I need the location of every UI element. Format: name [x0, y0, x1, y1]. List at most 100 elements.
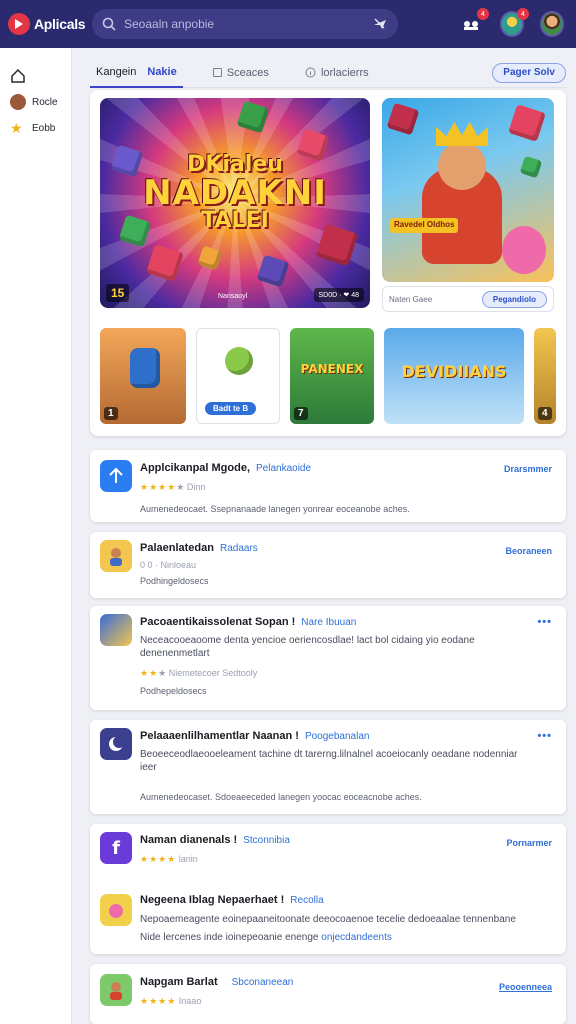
more-options-icon[interactable]: •••: [537, 616, 552, 628]
hero-caption: Nansaoyl: [218, 293, 248, 300]
app-tag: Sbconaneean: [231, 977, 294, 988]
top-bar: Aplicals 4 4: [0, 0, 576, 48]
crown-icon: [436, 122, 488, 146]
thumb-game-3[interactable]: PANENEX 7: [290, 328, 374, 424]
pet-character: [502, 226, 546, 274]
sub-app-link[interactable]: onjecdandeents: [321, 932, 392, 943]
app-title: Applcikanpal Mgode, Pelankaoide: [140, 462, 312, 474]
side-caption: Naten Gaee: [389, 294, 433, 304]
app-title: Palaenlatedan Radaars: [140, 542, 258, 554]
tab-sublabel: Nakie: [147, 65, 177, 78]
rating-stars: ★★★★ Inaao: [140, 996, 202, 1006]
sidebar-item-rocle[interactable]: Rocle: [0, 90, 71, 114]
hero-banner[interactable]: DKialeu NADAKNI TALEI 15 Nansaoyl SD0D ·…: [100, 98, 370, 308]
brand-play-icon: [8, 13, 30, 35]
facebook-icon: f: [100, 832, 132, 864]
featured-panel: DKialeu NADAKNI TALEI 15 Nansaoyl SD0D ·…: [90, 90, 566, 436]
sidebar-item-eobb[interactable]: ★ Eobb: [0, 116, 71, 140]
tab-lorlacierrs[interactable]: lorlacierrs: [299, 58, 375, 88]
star-icon: ★: [10, 120, 23, 136]
main-content: Kangein Nakie Sceaces lorlacierrs Pager …: [72, 48, 576, 1024]
app-description: Aumenedeocaet. Ssepnanaade lanegen yonre…: [140, 504, 410, 514]
hero-meta: SD0D · ❤ 48: [313, 288, 364, 302]
moon-icon: [100, 728, 132, 760]
sidebar-item-label: Rocle: [32, 96, 58, 108]
thumb-game-5[interactable]: 4: [534, 328, 556, 424]
search-input[interactable]: [124, 17, 364, 31]
app-card[interactable]: f Naman dianenals ! Stconnibia ★★★★ lanin…: [90, 824, 566, 954]
app-tag: Pelankaoide: [256, 463, 312, 474]
game-avatar-icon[interactable]: 4: [500, 8, 529, 37]
pager-solv-button[interactable]: Pager Solv: [492, 62, 566, 83]
art-sign: Ravedel Oldhos: [390, 218, 459, 233]
rating-stars: ★★★★★ Dinn: [140, 482, 206, 492]
app-title: Naman dianenals ! Stconnibia: [140, 834, 290, 846]
app-action-link[interactable]: Peooenneea: [499, 982, 552, 992]
app-action-link[interactable]: Drarsmmer: [504, 464, 552, 474]
tab-kangein[interactable]: Kangein Nakie: [90, 58, 183, 88]
side-feature-bar: Naten Gaee Pegandiolo: [382, 286, 554, 312]
tab-bar: Kangein Nakie Sceaces lorlacierrs Pager …: [90, 58, 566, 88]
hero-figure: [130, 348, 160, 388]
app-title: Pacoaentikaissolenat Sopan ! Nare Ibuuan: [140, 616, 357, 628]
thumb-game-2[interactable]: Badt te B: [196, 328, 280, 424]
sub-app-description: Nepoaemeagente eoinepaaneitoonate deeoco…: [140, 914, 516, 925]
tab-label: lorlacierrs: [320, 66, 369, 79]
app-card[interactable]: Napgam Barlat Sbconaneean ★★★★ Inaao Peoo…: [90, 964, 566, 1024]
search-box[interactable]: [92, 9, 398, 39]
rating-stars: ★★★ Niemetecoer Sedtooly: [140, 668, 258, 678]
block-decoration: [519, 155, 543, 179]
tab-label: Sceaces: [226, 66, 269, 79]
app-action-link[interactable]: Pornarmer: [506, 838, 552, 848]
pegandiolo-button[interactable]: Pegandiolo: [481, 290, 547, 308]
app-card[interactable]: Pelaaaenlilhamentlar Naanan ! Poogebanala…: [90, 720, 566, 814]
app-description: Aumenedeocaset. Sdoeaeeceded lanegen yoo…: [140, 792, 422, 802]
thumb-game-1[interactable]: 1: [100, 328, 186, 424]
more-options-icon[interactable]: •••: [537, 730, 552, 742]
app-description: Podhingeldosecs: [140, 576, 209, 586]
block-decoration: [508, 104, 546, 142]
app-action-link[interactable]: Beoraneen: [505, 546, 552, 556]
sidebar-item-label: Eobb: [32, 122, 56, 134]
side-featured-art[interactable]: Ravedel Oldhos: [382, 98, 554, 282]
app-tag: Poogebanalan: [304, 731, 370, 742]
info-icon: [305, 67, 316, 78]
sidebar-item-home[interactable]: [0, 64, 71, 88]
character-icon: [100, 540, 132, 572]
checkbox-icon: [212, 68, 222, 77]
brand-logo[interactable]: Aplicals: [8, 13, 92, 35]
app-title: Napgam Barlat Sbconaneean: [140, 976, 294, 988]
app-card[interactable]: Pacoaentikaissolenat Sopan ! Nare Ibuuan …: [90, 606, 566, 710]
thumb-game-4[interactable]: DEVIDIIANS: [384, 328, 524, 424]
creature-icon: [225, 347, 253, 375]
pet-icon: [100, 894, 132, 926]
app-card[interactable]: Palaenlatedan Radaars 0 0 · Ninloeau Podh…: [90, 532, 566, 598]
pets-notify-icon[interactable]: 4: [460, 8, 489, 36]
notify-badge: 4: [477, 8, 489, 20]
share-plane-icon: [100, 460, 132, 492]
user-avatar[interactable]: [540, 11, 564, 37]
hero-icon: [100, 974, 132, 1006]
rating-text: 0 0 · Ninloeau: [140, 560, 197, 570]
tab-sceaces[interactable]: Sceaces: [207, 58, 275, 88]
app-card[interactable]: Applcikanpal Mgode, Pelankaoide ★★★★★ Din…: [90, 450, 566, 522]
brand-name: Aplicals: [34, 16, 86, 32]
sub-app-description-2: Nide lercenes inde ioinepeoanie enenge o…: [140, 932, 392, 943]
sidebar: Rocle ★ Eobb: [0, 48, 72, 1024]
game-collage-icon: [100, 614, 132, 646]
app-tag: Nare Ibuuan: [301, 617, 357, 628]
app-description: Podhepeldosecs: [140, 686, 207, 696]
plane-icon[interactable]: [372, 16, 388, 32]
tab-label: Kangein: [96, 65, 137, 78]
app-tag: Stconnibia: [243, 835, 290, 846]
thumbnail-strip: 1 Badt te B PANENEX 7 DEVIDIIANS 4: [100, 328, 556, 424]
app-tag: Radaars: [219, 543, 258, 554]
app-long-description: Neceacooeaoome denta yencioe oeriencosdl…: [140, 635, 475, 659]
profile-dot-icon: [10, 94, 26, 110]
app-tag: Recolla: [290, 895, 324, 906]
hero-rating: 15: [106, 284, 130, 302]
sub-app-title: Negeena Iblag Nepaerhaet ! Recolla: [140, 894, 324, 906]
app-title: Pelaaaenlilhamentlar Naanan ! Poogebanala…: [140, 730, 370, 742]
search-icon: [102, 17, 116, 31]
home-icon: [11, 68, 25, 83]
